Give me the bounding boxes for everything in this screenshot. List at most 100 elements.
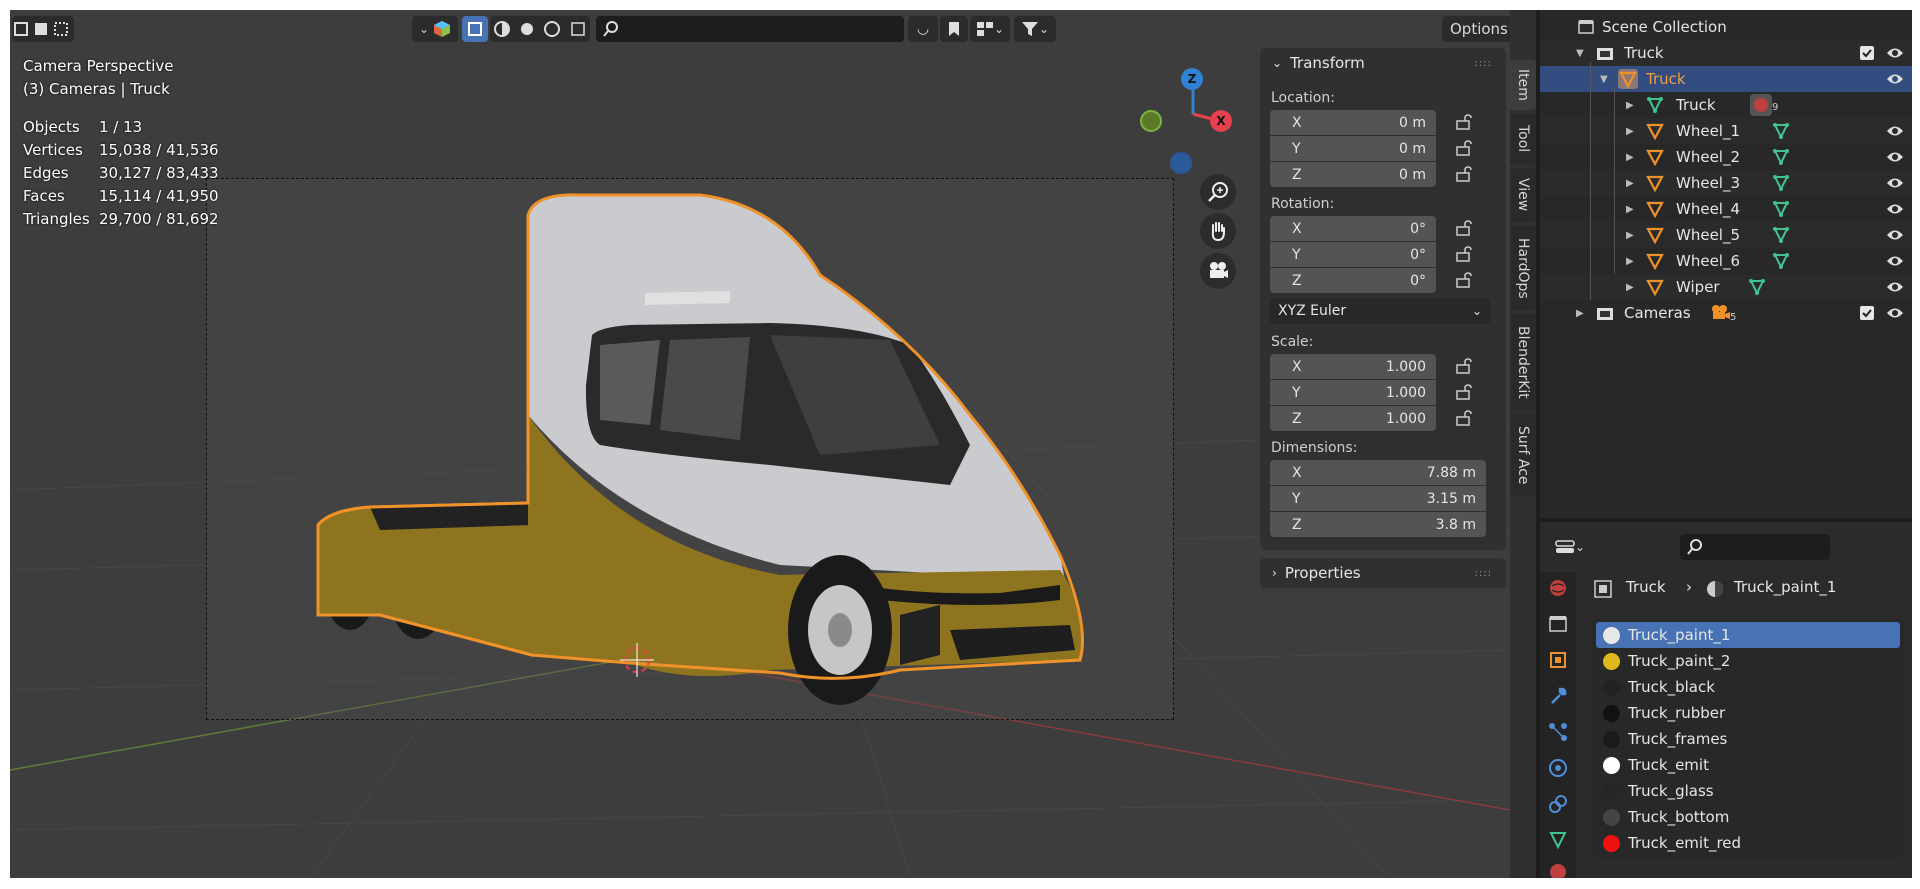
- outliner-row[interactable]: ▶ Wheel_6: [1540, 248, 1912, 274]
- rotation-mode-select[interactable]: XYZ Euler ⌄: [1270, 298, 1490, 324]
- camera-view-button[interactable]: [1200, 253, 1236, 289]
- constraints-tab-icon[interactable]: [1548, 794, 1568, 814]
- outliner-row[interactable]: ▶ Truck 9: [1540, 92, 1912, 118]
- eye-icon[interactable]: [1886, 176, 1904, 190]
- filter-dropdown[interactable]: ⌄: [1014, 16, 1056, 42]
- eye-icon[interactable]: [1886, 72, 1904, 86]
- overlay-toggle[interactable]: ◡: [908, 16, 938, 42]
- scale-x-field[interactable]: X 1.000: [1270, 354, 1436, 379]
- bookmark-button[interactable]: [940, 16, 968, 42]
- lock-icon[interactable]: [1456, 384, 1474, 400]
- outliner-row[interactable]: ▶ Cameras 5: [1540, 300, 1912, 326]
- material-slot-item[interactable]: Truck_emit_red: [1596, 830, 1900, 856]
- chevron-right-icon[interactable]: ▶: [1626, 126, 1634, 137]
- gizmo-neg-z-axis[interactable]: [1170, 152, 1192, 174]
- select-mode-buttons[interactable]: [12, 16, 74, 42]
- location-x-field[interactable]: X0 m: [1270, 110, 1436, 135]
- shading-modes[interactable]: [490, 16, 590, 42]
- area-divider[interactable]: [1536, 10, 1540, 878]
- lock-icon[interactable]: [1456, 220, 1474, 236]
- 3d-cursor[interactable]: [620, 643, 654, 677]
- lock-icon[interactable]: [1456, 358, 1474, 374]
- tab-view[interactable]: View: [1510, 168, 1536, 222]
- chevron-down-icon[interactable]: ▼: [1600, 74, 1608, 85]
- tab-blenderkit[interactable]: BlenderKit: [1510, 314, 1536, 410]
- lock-icon[interactable]: [1456, 166, 1474, 182]
- material-slot-item[interactable]: Truck_bottom: [1596, 804, 1900, 830]
- lock-icon[interactable]: [1456, 140, 1474, 156]
- pan-button[interactable]: [1200, 213, 1236, 249]
- eye-icon[interactable]: [1886, 202, 1904, 216]
- dimensions-y-field[interactable]: Y 3.15 m: [1270, 486, 1486, 511]
- eye-icon[interactable]: [1886, 306, 1904, 320]
- collection-tab-icon[interactable]: [1548, 614, 1568, 634]
- lock-icon[interactable]: [1456, 246, 1474, 262]
- outliner-row[interactable]: ▶ Wheel_3: [1540, 170, 1912, 196]
- outliner-scene-collection[interactable]: Scene Collection: [1540, 14, 1912, 40]
- properties-search-input[interactable]: [1680, 534, 1830, 560]
- outliner-row-selected[interactable]: ▼ Truck: [1540, 66, 1912, 92]
- mesh-data-tab-icon[interactable]: [1548, 830, 1568, 850]
- outliner-row[interactable]: ▼ Truck: [1540, 40, 1912, 66]
- material-slot-item[interactable]: Truck_glass: [1596, 778, 1900, 804]
- eye-icon[interactable]: [1886, 46, 1904, 60]
- viewport-search-input[interactable]: [596, 16, 904, 42]
- particles-tab-icon[interactable]: [1548, 722, 1568, 742]
- shading-solid-button[interactable]: [462, 16, 488, 42]
- lock-icon[interactable]: [1456, 272, 1474, 288]
- wrench-icon[interactable]: [1548, 686, 1568, 706]
- transform-panel-header[interactable]: ⌄ Transform ::::: [1260, 48, 1506, 78]
- eye-icon[interactable]: [1886, 150, 1904, 164]
- tab-surf-ace[interactable]: Surf Ace: [1510, 414, 1536, 496]
- outliner-row[interactable]: ▶ Wiper: [1540, 274, 1912, 300]
- gizmo-z-axis[interactable]: Z: [1181, 68, 1203, 90]
- zoom-button[interactable]: [1200, 174, 1236, 210]
- location-y-field[interactable]: Y0 m: [1270, 136, 1436, 161]
- tab-item[interactable]: Item: [1510, 60, 1536, 110]
- world-tab-icon[interactable]: [1548, 578, 1568, 598]
- truck-model[interactable]: [300, 185, 1100, 745]
- object-tab-icon[interactable]: [1548, 650, 1568, 670]
- chevron-right-icon[interactable]: ▶: [1626, 282, 1634, 293]
- scale-y-field[interactable]: Y 1.000: [1270, 380, 1436, 405]
- drag-handle-icon[interactable]: ::::: [1475, 58, 1492, 69]
- rotation-z-field[interactable]: Z 0°: [1270, 268, 1436, 293]
- layout-dropdown[interactable]: ⌄: [970, 16, 1010, 42]
- chevron-right-icon[interactable]: ▶: [1626, 152, 1634, 163]
- checkbox-icon[interactable]: [1860, 306, 1874, 320]
- tab-tool[interactable]: Tool: [1510, 114, 1536, 164]
- location-z-field[interactable]: Z0 m: [1270, 162, 1436, 187]
- outliner-row[interactable]: ▶ Wheel_4: [1540, 196, 1912, 222]
- physics-tab-icon[interactable]: [1548, 758, 1568, 778]
- lock-icon[interactable]: [1456, 410, 1474, 426]
- outliner-row[interactable]: ▶ Wheel_2: [1540, 144, 1912, 170]
- dimensions-z-field[interactable]: Z 3.8 m: [1270, 512, 1486, 537]
- editor-type-dropdown[interactable]: ⌄: [412, 16, 458, 42]
- chevron-right-icon[interactable]: ▶: [1626, 204, 1634, 215]
- chevron-right-icon[interactable]: ▶: [1626, 178, 1634, 189]
- eye-icon[interactable]: [1886, 254, 1904, 268]
- gizmo-x-axis[interactable]: X: [1210, 110, 1232, 132]
- editor-type-dropdown[interactable]: ⌄: [1550, 534, 1590, 560]
- chevron-right-icon[interactable]: ▶: [1626, 256, 1634, 267]
- eye-icon[interactable]: [1886, 124, 1904, 138]
- material-slot-item[interactable]: Truck_paint_2: [1596, 648, 1900, 674]
- drag-handle-icon[interactable]: ::::: [1475, 568, 1492, 579]
- properties-panel-header[interactable]: › Properties ::::: [1260, 558, 1506, 588]
- outliner-row[interactable]: ▶ Wheel_5: [1540, 222, 1912, 248]
- material-slot-item[interactable]: Truck_emit: [1596, 752, 1900, 778]
- eye-icon[interactable]: [1886, 228, 1904, 242]
- lock-icon[interactable]: [1456, 114, 1474, 130]
- tab-hardops[interactable]: HardOps: [1510, 226, 1536, 310]
- dimensions-x-field[interactable]: X 7.88 m: [1270, 460, 1486, 485]
- material-slot-item[interactable]: Truck_rubber: [1596, 700, 1900, 726]
- checkbox-icon[interactable]: [1860, 46, 1874, 60]
- area-divider[interactable]: [1540, 518, 1912, 522]
- outliner-row[interactable]: ▶ Wheel_1: [1540, 118, 1912, 144]
- chevron-right-icon[interactable]: ▶: [1626, 100, 1634, 111]
- material-slot-item[interactable]: Truck_frames: [1596, 726, 1900, 752]
- scale-z-field[interactable]: Z 1.000: [1270, 406, 1436, 431]
- eye-icon[interactable]: [1886, 280, 1904, 294]
- gizmo-neg-y-axis[interactable]: [1140, 110, 1162, 132]
- material-slot-item[interactable]: Truck_black: [1596, 674, 1900, 700]
